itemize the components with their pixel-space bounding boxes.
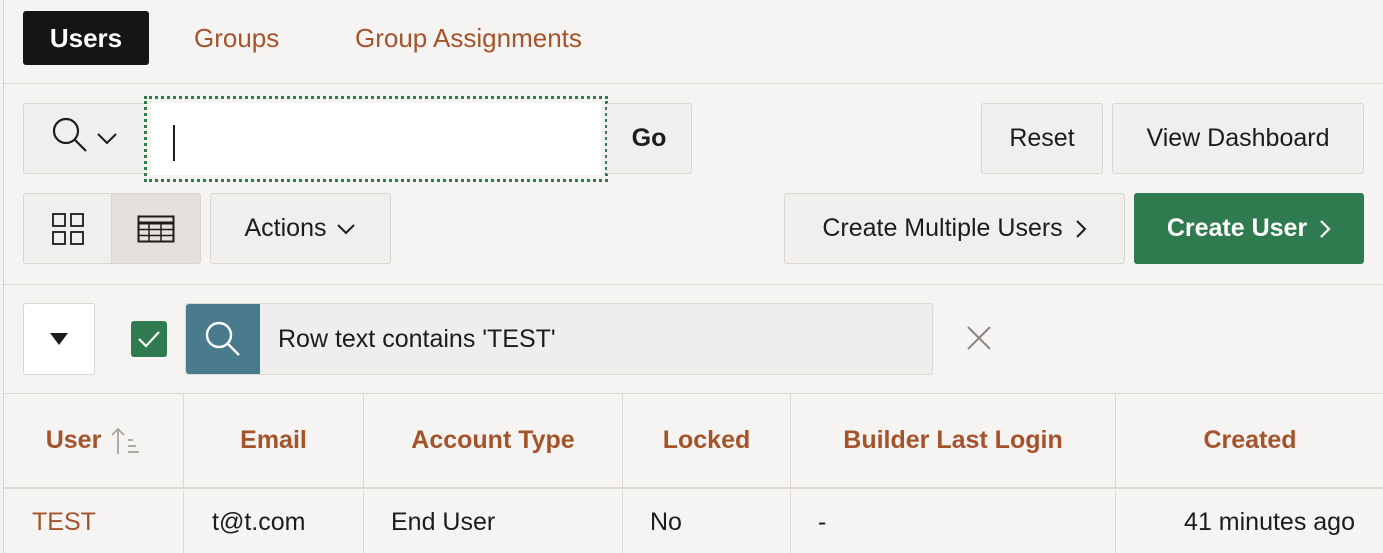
collapse-filters-button[interactable] <box>23 303 95 375</box>
cell-email: t@t.com <box>184 491 364 553</box>
column-header-builder-last-login[interactable]: Builder Last Login <box>791 394 1116 489</box>
checkmark-icon <box>136 329 162 349</box>
filter-chip[interactable]: Row text contains 'TEST' <box>185 303 933 375</box>
grid-view-icon <box>51 212 85 246</box>
remove-filter-button[interactable] <box>959 318 999 358</box>
cell-builder-last-login: - <box>791 491 1116 553</box>
go-button[interactable]: Go <box>607 103 692 174</box>
chevron-right-icon <box>1075 219 1087 239</box>
filter-enabled-checkbox[interactable] <box>131 321 167 357</box>
tab-groups[interactable]: Groups <box>194 11 279 65</box>
create-user-button[interactable]: Create User <box>1134 193 1364 264</box>
chevron-right-icon <box>1319 219 1331 239</box>
reset-button[interactable]: Reset <box>981 103 1103 174</box>
search-column-menu[interactable] <box>23 103 144 174</box>
chevron-down-icon <box>96 132 118 146</box>
column-header-locked[interactable]: Locked <box>623 394 791 489</box>
cell-created: 41 minutes ago <box>1184 508 1355 536</box>
tab-users[interactable]: Users <box>23 11 149 65</box>
app-frame: Users Groups Group Assignments Go Reset … <box>3 0 1383 553</box>
search-field-focus-ring <box>144 96 608 182</box>
column-header-created[interactable]: Created <box>1116 394 1383 489</box>
search-icon <box>50 115 90 162</box>
create-multiple-users-button[interactable]: Create Multiple Users <box>784 193 1125 264</box>
tab-bar: Users Groups Group Assignments <box>4 0 1383 84</box>
column-header-account-type[interactable]: Account Type <box>364 394 623 489</box>
cell-locked: No <box>623 491 791 553</box>
column-header-user[interactable]: User <box>4 394 184 489</box>
toolbar-divider <box>4 284 1383 285</box>
grid-view-button[interactable] <box>23 193 112 264</box>
create-user-label: Create User <box>1166 214 1308 242</box>
search-input[interactable] <box>151 103 601 175</box>
sort-ascending-icon <box>109 426 141 456</box>
search-icon <box>186 304 260 374</box>
chevron-down-icon <box>336 223 356 235</box>
triangle-down-icon <box>49 332 69 346</box>
cell-user-link[interactable]: TEST <box>4 491 184 553</box>
tab-group-assignments[interactable]: Group Assignments <box>355 11 582 65</box>
filter-text: Row text contains 'TEST' <box>278 325 556 353</box>
close-icon <box>966 325 992 351</box>
actions-label: Actions <box>244 214 327 242</box>
column-header-label: User <box>45 426 102 454</box>
cell-account-type: End User <box>364 491 623 553</box>
text-caret <box>173 125 175 161</box>
users-table: User Email Account Type Locked Builder L… <box>4 393 1383 553</box>
view-dashboard-button[interactable]: View Dashboard <box>1112 103 1364 174</box>
column-header-email[interactable]: Email <box>184 394 364 489</box>
actions-menu-button[interactable]: Actions <box>210 193 391 264</box>
table-view-icon <box>137 215 175 243</box>
table-view-button[interactable] <box>111 193 201 264</box>
create-multiple-users-label: Create Multiple Users <box>822 214 1063 242</box>
